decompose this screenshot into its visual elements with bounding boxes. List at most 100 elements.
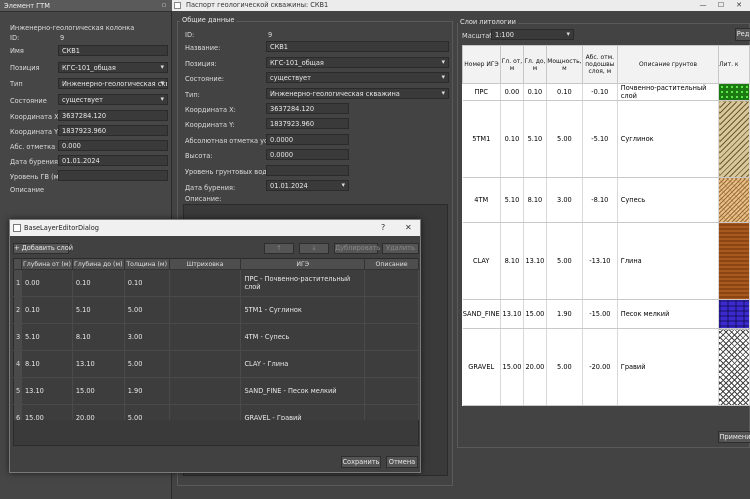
minimize-icon[interactable]: — [694,0,712,11]
litho-row[interactable]: CLAY 8.10 13.10 5.00 -13.10 Глина [462,222,750,300]
general-desc-label: Описание: [185,195,222,203]
layer-depth-from[interactable]: 0.00 [21,269,73,297]
layer-pattern-swatch[interactable] [169,377,242,405]
layer-pattern-swatch[interactable] [169,323,242,351]
general-position-select[interactable]: КГС-101_общая [266,57,449,68]
layer-depth-to[interactable]: 0.10 [72,269,125,297]
general-gw-field[interactable] [266,165,349,176]
general-date-field[interactable]: 01.01.2024 [266,180,349,191]
general-x-field[interactable]: 3637284.120 [266,103,349,114]
dock-name-field[interactable]: СКВ1 [58,45,168,56]
layer-description[interactable] [364,377,419,405]
litho-cell-desc: Почвенно-растительный слой [617,83,720,101]
add-layer-button[interactable]: + Добавить слой [13,243,73,254]
general-state-value: существует [270,74,311,82]
layer-row-number: 4 [13,350,22,378]
dialog-app-icon [13,224,21,232]
layer-ige[interactable]: CLAY - Глина [240,350,366,378]
dock-x-field[interactable]: 3637284.120 [58,110,168,121]
dock-gw-field[interactable] [58,170,168,181]
layer-description[interactable] [364,269,419,297]
dialog-close-icon[interactable]: ✕ [405,223,412,232]
layer-thickness[interactable]: 5.00 [124,296,170,324]
close-icon[interactable]: ✕ [730,0,748,11]
layer-description[interactable] [364,296,419,324]
layer-description[interactable] [364,350,419,378]
general-abs-field[interactable]: 0.0000 [266,134,349,145]
dock-type-select[interactable]: Инженерно-геологическая скважин [58,78,168,89]
move-up-button[interactable]: ↑ [264,243,294,254]
cancel-button[interactable]: Отмена [386,456,418,468]
scale-select[interactable]: 1:100 [491,29,574,40]
layer-row-number: 1 [13,269,22,297]
layer-row[interactable]: 5 13.10 15.00 1.90 SAND_FINE - Песок мелкий [13,377,419,405]
layer-depth-to[interactable]: 13.10 [72,350,125,378]
layer-thickness[interactable]: 0.10 [124,269,170,297]
edit-layers-button[interactable]: Ред [735,28,750,41]
layer-pattern-swatch[interactable] [169,296,242,324]
litho-cell-desc: Глина [617,222,720,300]
save-button[interactable]: Сохранить [341,456,381,468]
delete-button[interactable]: Удалить [382,243,419,254]
dock-y-field[interactable]: 1837923.960 [58,125,168,136]
layer-row-number: 5 [13,377,22,405]
litho-cell-abs: -20.00 [582,328,618,406]
general-type-select[interactable]: Инженерно-геологическая скважина [266,88,449,99]
layer-ige[interactable]: 4TM - Супесь [240,323,366,351]
layer-ige[interactable]: 5TM1 - Суглинок [240,296,366,324]
general-y-label: Координата Y: [185,121,235,129]
general-height-field[interactable]: 0.0000 [266,149,349,160]
layer-depth-to[interactable]: 5.10 [72,296,125,324]
layer-depth-from[interactable]: 13.10 [21,377,73,405]
litho-cell-to: 20.00 [523,328,547,406]
litho-cell-to: 13.10 [523,222,547,300]
layer-depth-from[interactable]: 0.10 [21,296,73,324]
layer-row[interactable]: 4 8.10 13.10 5.00 CLAY - Глина [13,350,419,378]
layer-thickness[interactable]: 5.00 [124,350,170,378]
litho-row[interactable]: ПРС 0.00 0.10 0.10 -0.10 Почвенно-растительны… [462,83,750,101]
help-icon[interactable]: ? [381,223,385,232]
litho-row[interactable]: SAND_FINE 13.10 15.00 1.90 -15.00 Песок мелки… [462,299,750,329]
litho-cell-from: 15.00 [500,328,524,406]
general-state-select[interactable]: существует [266,72,449,83]
layer-depth-to[interactable]: 8.10 [72,323,125,351]
litho-cell-abs: -8.10 [582,177,618,223]
layer-depth-from[interactable]: 5.10 [21,323,73,351]
layer-row[interactable]: 3 5.10 8.10 3.00 4TM - Супесь [13,323,419,351]
layer-thickness[interactable]: 1.90 [124,377,170,405]
layer-row[interactable]: 2 0.10 5.10 5.00 5TM1 - Суглинок [13,296,419,324]
layer-pattern-swatch[interactable] [169,269,242,297]
layers-header-thickness: Толщина (м) [124,258,170,270]
layer-depth-to[interactable]: 15.00 [72,377,125,405]
litho-cell-thickness: 5.00 [546,328,583,406]
general-name-field[interactable]: СКВ1 [266,41,449,52]
dock-date-field[interactable]: 01.01.2024 [58,155,168,166]
general-date-value: 01.01.2024 [270,182,308,190]
maximize-icon[interactable]: ☐ [712,0,730,11]
general-y-field[interactable]: 1837923.960 [266,118,349,129]
layer-ige[interactable]: ПРС - Почвенно-растительный слой [240,269,366,297]
litho-row[interactable]: 4TM 5.10 8.10 3.00 -8.10 Супесь [462,177,750,223]
litho-cell-from: 8.10 [500,222,524,300]
layer-pattern-swatch[interactable] [169,350,242,378]
litho-header-from: Гл. от, м [499,45,524,84]
layer-depth-from[interactable]: 8.10 [21,350,73,378]
layer-ige[interactable]: SAND_FINE - Песок мелкий [240,377,366,405]
lithology-title: Слои литологии [458,18,518,26]
litho-cell-ige: CLAY [462,222,501,300]
litho-row[interactable]: GRAVEL 15.00 20.00 5.00 -20.00 Гравий [462,328,750,406]
layer-description[interactable] [364,323,419,351]
dock-state-select[interactable]: существует [58,94,168,105]
dock-position-select[interactable]: КГС-101_общая [58,62,168,73]
dock-close-icon[interactable]: ▫ [160,1,168,10]
layer-thickness[interactable]: 3.00 [124,323,170,351]
layer-row[interactable]: 1 0.00 0.10 0.10 ПРС - Почвенно-растительный… [13,269,419,297]
litho-cell-abs: -0.10 [582,83,618,101]
move-down-button[interactable]: ↓ [299,243,329,254]
litho-cell-abs: -13.10 [582,222,618,300]
apply-button[interactable]: Примени [718,431,750,443]
litho-row[interactable]: 5TM1 0.10 5.10 5.00 -5.10 Суглинок [462,100,750,178]
dock-y-label: Координата Y [10,128,59,136]
duplicate-button[interactable]: Дублировать [334,243,381,254]
dock-abs-field[interactable]: 0.000 [58,140,168,151]
